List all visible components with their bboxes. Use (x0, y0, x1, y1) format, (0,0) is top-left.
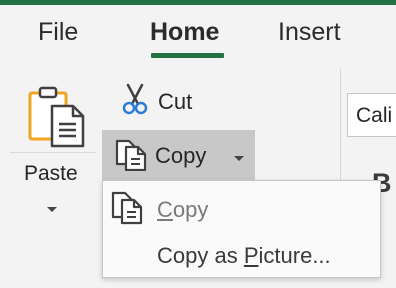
scissors-icon (120, 82, 150, 121)
font-name-value: Cali (356, 104, 393, 127)
cut-label: Cut (158, 89, 193, 114)
tab-home[interactable]: Home (150, 18, 219, 47)
menu-item-copy-label: Copy (157, 197, 208, 223)
copy-icon (114, 139, 148, 176)
ribbon-top-bar (0, 0, 396, 5)
tab-file[interactable]: File (38, 18, 78, 47)
menu-item-copy-as-picture[interactable]: Copy as Picture... (103, 233, 380, 277)
mnemonic-c: C (157, 197, 173, 222)
copy-dropdown-menu: Copy Copy as Picture... (102, 180, 381, 278)
mnemonic-p: P (243, 243, 259, 268)
menu-item-copy-rest: opy (172, 197, 209, 222)
menu-item-copy-as-picture-label: Copy as Picture... (157, 243, 331, 269)
paste-label: Paste (24, 162, 78, 185)
paste-divider (10, 152, 96, 153)
menu-item-copy-as-picture-before: Copy as (157, 243, 244, 268)
chevron-down-icon[interactable] (233, 150, 245, 168)
copy-icon (110, 191, 144, 230)
menu-item-copy[interactable]: Copy (103, 187, 380, 231)
tab-insert[interactable]: Insert (278, 18, 341, 47)
chevron-down-icon[interactable] (46, 201, 58, 219)
menu-item-copy-as-picture-after: icture... (258, 243, 331, 268)
font-name-box[interactable]: Cali (347, 93, 396, 137)
paste-icon (28, 84, 86, 155)
active-tab-indicator (151, 53, 224, 58)
copy-label: Copy (155, 143, 207, 168)
copy-button[interactable]: Copy (102, 130, 255, 180)
